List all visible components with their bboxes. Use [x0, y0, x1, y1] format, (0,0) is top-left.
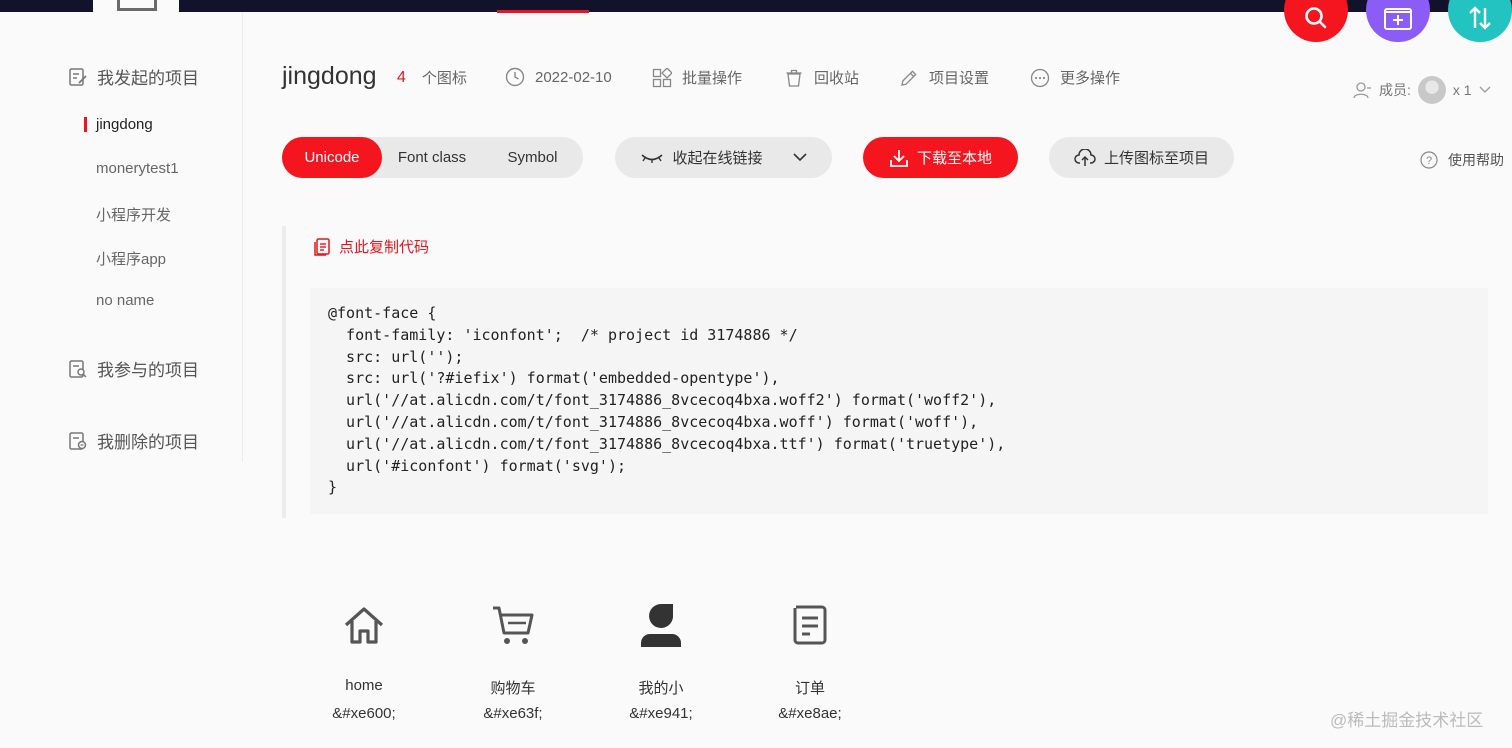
help-circle-icon: ? — [1420, 151, 1438, 169]
avatar — [1417, 76, 1446, 104]
batch-label: 批量操作 — [682, 70, 743, 87]
cloud-upload-icon — [1074, 148, 1096, 166]
sidebar-item-monerytest1[interactable]: monerytest1 — [96, 160, 179, 177]
search-icon — [1305, 7, 1327, 29]
grid-icon — [652, 67, 672, 87]
code-block[interactable]: @font-face { font-family: 'iconfont'; /*… — [310, 288, 1488, 514]
sidebar-group-created[interactable]: 我发起的项目 — [68, 64, 199, 89]
icon-count-value: 4 — [397, 68, 406, 86]
edit-doc-icon — [69, 67, 87, 86]
watermark: @稀土掘金技术社区 — [1330, 711, 1484, 730]
sidebar-item-miniprogram-dev[interactable]: 小程序开发 — [96, 204, 171, 225]
download-icon — [890, 149, 908, 167]
pencil-icon — [901, 69, 917, 86]
recycle-bin-button[interactable]: 回收站 — [784, 67, 859, 88]
icon-code: &#xe600; — [332, 705, 396, 722]
icon-code: &#xe63f; — [483, 705, 543, 722]
sort-arrows-icon — [1469, 6, 1491, 30]
more-dots-icon — [1030, 68, 1050, 87]
cart-icon — [493, 606, 534, 644]
members-icon — [1353, 82, 1371, 99]
sidebar-item-jingdong[interactable]: jingdong — [84, 116, 153, 133]
recycle-label: 回收站 — [814, 70, 860, 87]
download-local-button[interactable]: 下载至本地 — [863, 137, 1018, 178]
sidebar-group-label: 我删除的项目 — [97, 433, 199, 452]
search-button[interactable] — [1284, 0, 1348, 42]
sidebar-group-deleted[interactable]: 我删除的项目 — [68, 428, 199, 453]
eye-closed-icon — [641, 153, 664, 163]
site-logo[interactable] — [93, 0, 179, 12]
tab-unicode[interactable]: Unicode — [282, 137, 382, 178]
add-project-button[interactable] — [1366, 0, 1430, 42]
upload-icon-button[interactable]: 上传图标至项目 — [1049, 137, 1234, 178]
collapse-link-label: 收起在线链接 — [672, 150, 763, 167]
svg-text:?: ? — [1426, 155, 1432, 167]
more-actions-button[interactable]: 更多操作 — [1030, 67, 1120, 88]
copy-code-label: 点此复制代码 — [339, 239, 430, 256]
font-type-tabs: Unicode Font class Symbol — [282, 137, 583, 178]
help-label: 使用帮助 — [1448, 152, 1504, 168]
search-doc-icon — [69, 359, 87, 378]
icon-card-order[interactable]: 订单 &#xe8ae; — [770, 595, 850, 722]
members-label: 成员: — [1379, 82, 1411, 98]
date-text: 2022-02-10 — [535, 68, 612, 86]
copy-code-button[interactable]: 点此复制代码 — [312, 236, 429, 257]
icon-count: 4 个图标 — [397, 67, 467, 88]
trash-doc-icon — [69, 431, 87, 450]
sidebar-item-no-name[interactable]: no name — [96, 292, 154, 309]
project-settings-button[interactable]: 项目设置 — [899, 67, 989, 88]
add-folder-icon — [1384, 8, 1412, 30]
chevron-down-icon — [792, 153, 807, 162]
collapse-link-dropdown[interactable]: 收起在线链接 — [615, 137, 832, 178]
help-link[interactable]: ? 使用帮助 — [1420, 150, 1504, 170]
icon-name: 订单 — [794, 680, 825, 697]
user-icon — [641, 604, 681, 647]
code-panel: 点此复制代码 @font-face { font-family: 'iconfo… — [282, 226, 1488, 518]
download-label: 下载至本地 — [916, 150, 992, 167]
icon-card-home[interactable]: home &#xe600; — [324, 595, 404, 722]
sidebar-group-label: 我参与的项目 — [97, 361, 199, 380]
order-icon — [793, 605, 827, 645]
font-face-code: @font-face { font-family: 'iconfont'; /*… — [328, 304, 1006, 497]
sidebar-group-joined[interactable]: 我参与的项目 — [68, 356, 199, 381]
active-nav-indicator — [497, 10, 589, 13]
tab-font-class[interactable]: Font class — [382, 137, 482, 178]
chevron-down-icon — [1479, 86, 1491, 93]
icon-code: &#xe8ae; — [778, 705, 842, 722]
icon-card-cart[interactable]: 购物车 &#xe63f; — [473, 595, 553, 722]
icon-name: home — [345, 677, 383, 694]
icon-name: 购物车 — [490, 680, 536, 697]
icon-code: &#xe941; — [629, 705, 693, 722]
icon-name: 我的小 — [638, 680, 684, 697]
tab-symbol[interactable]: Symbol — [482, 137, 583, 178]
icon-count-label: 个图标 — [421, 70, 467, 87]
icon-card-user[interactable]: 我的小 &#xe941; — [621, 595, 701, 722]
home-icon — [344, 607, 384, 644]
project-title: jingdong — [282, 62, 377, 90]
batch-operation-button[interactable]: 批量操作 — [652, 67, 742, 88]
recycle-bin-icon — [786, 69, 802, 87]
sidebar-item-miniprogram-app[interactable]: 小程序app — [96, 248, 166, 269]
members-dropdown[interactable]: 成员: x 1 — [1352, 76, 1491, 104]
settings-label: 项目设置 — [929, 70, 990, 87]
sidebar-group-label: 我发起的项目 — [97, 69, 199, 88]
more-label: 更多操作 — [1060, 70, 1121, 87]
copy-doc-icon — [314, 237, 330, 256]
members-count: x 1 — [1452, 82, 1472, 98]
sort-button[interactable] — [1448, 0, 1512, 42]
upload-label: 上传图标至项目 — [1103, 150, 1209, 167]
created-date: 2022-02-10 — [505, 67, 612, 87]
clock-icon — [505, 67, 525, 87]
